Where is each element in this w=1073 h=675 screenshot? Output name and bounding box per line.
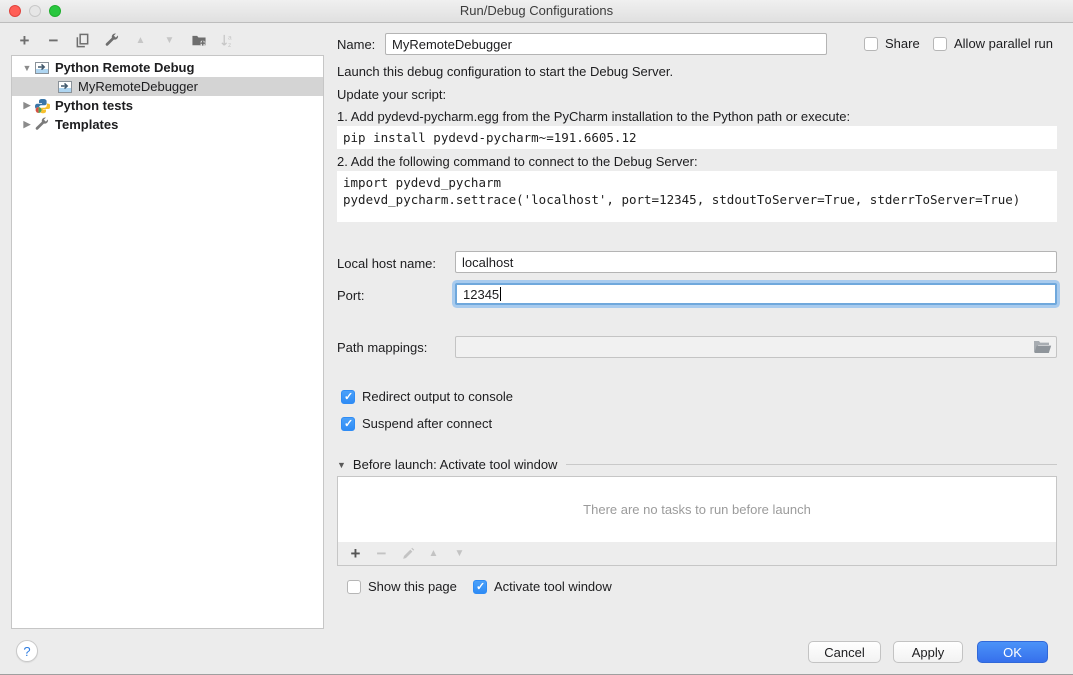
sort-alphabetically-icon: az (218, 31, 237, 50)
checkbox-label: Redirect output to console (362, 389, 513, 404)
path-mappings-label: Path mappings: (337, 340, 427, 355)
tree-item-label: MyRemoteDebugger (78, 79, 198, 94)
instruction-line-2: Update your script: (337, 87, 446, 102)
remove-configuration-icon[interactable]: − (44, 31, 63, 50)
add-task-icon[interactable]: + (347, 545, 364, 562)
instruction-step-1: 1. Add pydevd-pycharm.egg from the PyCha… (337, 109, 850, 124)
edit-task-icon (399, 545, 416, 562)
help-button[interactable]: ? (16, 640, 38, 662)
templates-wrench-icon (34, 117, 50, 133)
checkbox-label: Show this page (368, 579, 457, 594)
help-question-mark: ? (23, 644, 30, 659)
svg-text:z: z (228, 42, 231, 48)
browse-folder-icon[interactable] (1033, 340, 1052, 357)
configurations-toolbar: + − ▲ ▼ az (15, 31, 237, 50)
run-config-icon (34, 60, 50, 76)
instruction-line-1: Launch this debug configuration to start… (337, 64, 673, 79)
share-checkbox[interactable]: Share (864, 36, 920, 51)
activate-tool-window-checkbox[interactable]: Activate tool window (473, 579, 612, 594)
local-host-name-input[interactable]: localhost (455, 251, 1057, 273)
suspend-after-connect-checkbox[interactable]: Suspend after connect (341, 416, 492, 431)
port-label: Port: (337, 288, 364, 303)
tree-item-python-tests[interactable]: ▶ Python tests (12, 96, 323, 115)
checkbox-label: Allow parallel run (954, 36, 1053, 51)
show-this-page-checkbox[interactable]: Show this page (347, 579, 457, 594)
empty-tasks-text: There are no tasks to run before launch (583, 502, 811, 517)
section-divider (566, 464, 1057, 465)
checkbox-label: Suspend after connect (362, 416, 492, 431)
move-down-icon: ▼ (160, 31, 179, 50)
traffic-lights (9, 5, 61, 17)
zoom-window-button[interactable] (49, 5, 61, 17)
checkbox-box[interactable] (341, 390, 355, 404)
collapse-section-icon[interactable]: ▼ (337, 460, 346, 470)
local-host-name-value: localhost (462, 255, 513, 270)
expand-collapse-icon[interactable]: ▶ (20, 100, 34, 111)
apply-button[interactable]: Apply (893, 641, 963, 663)
window-title: Run/Debug Configurations (0, 0, 1073, 22)
redirect-output-checkbox[interactable]: Redirect output to console (341, 389, 513, 404)
run-config-icon (57, 79, 73, 95)
checkbox-box[interactable] (347, 580, 361, 594)
copy-configuration-icon[interactable] (73, 31, 92, 50)
name-value: MyRemoteDebugger (392, 37, 512, 52)
close-window-button[interactable] (9, 5, 21, 17)
expand-collapse-icon[interactable]: ▶ (20, 119, 34, 130)
tree-item-myremotedebugger[interactable]: MyRemoteDebugger (12, 77, 323, 96)
add-configuration-icon[interactable]: + (15, 31, 34, 50)
checkbox-box[interactable] (341, 417, 355, 431)
pip-install-code[interactable]: pip install pydevd-pycharm~=191.6605.12 (337, 126, 1057, 149)
configurations-tree: ▼ Python Remote Debug MyRemoteDebugger ▶… (11, 55, 324, 629)
code-line-1: import pydevd_pycharm (343, 175, 501, 190)
expand-collapse-icon[interactable]: ▼ (20, 63, 34, 73)
checkbox-box[interactable] (473, 580, 487, 594)
tree-item-label: Python Remote Debug (55, 60, 194, 75)
settrace-code[interactable]: import pydevd_pycharm pydevd_pycharm.set… (337, 171, 1057, 222)
move-task-down-icon: ▼ (451, 545, 468, 562)
before-launch-task-list[interactable]: There are no tasks to run before launch (337, 476, 1057, 543)
cancel-button[interactable]: Cancel (808, 641, 881, 663)
before-launch-toolbar: + − ▲ ▼ (337, 542, 1057, 566)
code-line-2: pydevd_pycharm.settrace('localhost', por… (343, 192, 1020, 207)
titlebar[interactable]: Run/Debug Configurations (0, 0, 1073, 23)
run-debug-configurations-dialog: Run/Debug Configurations + − ▲ ▼ az ▼ Py… (0, 0, 1073, 675)
name-input[interactable]: MyRemoteDebugger (385, 33, 827, 55)
minimize-window-button (29, 5, 41, 17)
move-task-up-icon: ▲ (425, 545, 442, 562)
checkbox-label: Share (885, 36, 920, 51)
path-mappings-input[interactable] (455, 336, 1057, 358)
edit-templates-icon[interactable] (102, 31, 121, 50)
name-label: Name: (337, 37, 375, 52)
tree-item-templates[interactable]: ▶ Templates (12, 115, 323, 134)
allow-parallel-run-checkbox[interactable]: Allow parallel run (933, 36, 1053, 51)
checkbox-box[interactable] (933, 37, 947, 51)
port-input[interactable]: 12345 (455, 283, 1057, 305)
ok-button[interactable]: OK (977, 641, 1048, 663)
checkbox-box[interactable] (864, 37, 878, 51)
python-tests-icon (34, 98, 50, 114)
svg-text:a: a (228, 35, 232, 42)
port-value: 12345 (463, 287, 499, 302)
tree-item-label: Templates (55, 117, 118, 132)
text-cursor (500, 287, 501, 301)
instruction-step-2: 2. Add the following command to connect … (337, 154, 698, 169)
before-launch-section-header[interactable]: ▼ Before launch: Activate tool window (337, 457, 1057, 472)
create-folder-icon[interactable] (189, 31, 208, 50)
checkbox-label: Activate tool window (494, 579, 612, 594)
before-launch-title: Before launch: Activate tool window (353, 457, 558, 472)
remove-task-icon: − (373, 545, 390, 562)
tree-item-label: Python tests (55, 98, 133, 113)
move-up-icon: ▲ (131, 31, 150, 50)
tree-item-python-remote-debug[interactable]: ▼ Python Remote Debug (12, 58, 323, 77)
local-host-name-label: Local host name: (337, 256, 436, 271)
